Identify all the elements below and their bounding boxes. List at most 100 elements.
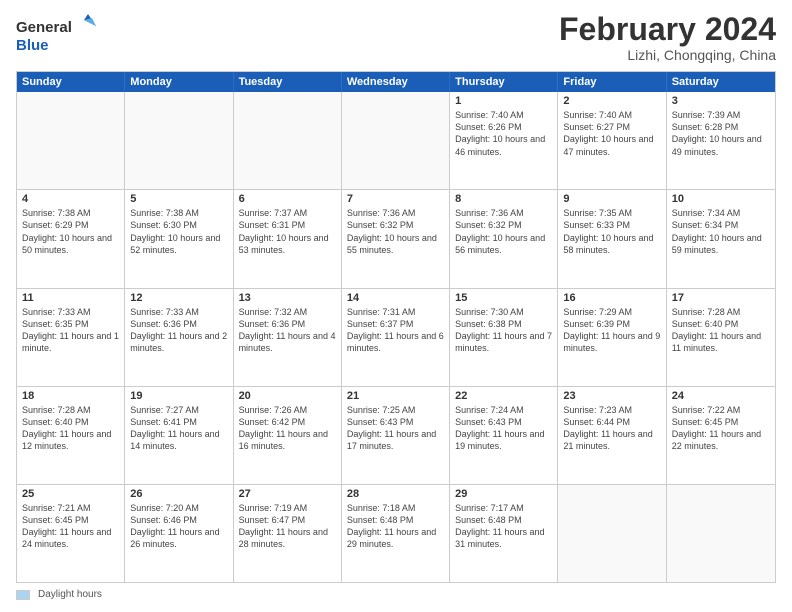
calendar-cell: 14 Sunrise: 7:31 AM Sunset: 6:37 PM Dayli… xyxy=(342,289,450,386)
day-info: Sunrise: 7:28 AM Sunset: 6:40 PM Dayligh… xyxy=(22,404,119,453)
calendar-cell xyxy=(125,92,233,189)
day-number: 18 xyxy=(22,390,119,402)
day-number: 29 xyxy=(455,488,552,500)
day-info: Sunrise: 7:36 AM Sunset: 6:32 PM Dayligh… xyxy=(455,207,552,256)
day-number: 12 xyxy=(130,292,227,304)
day-of-week-header: Sunday xyxy=(17,72,125,92)
day-info: Sunrise: 7:40 AM Sunset: 6:26 PM Dayligh… xyxy=(455,109,552,158)
day-info: Sunrise: 7:26 AM Sunset: 6:42 PM Dayligh… xyxy=(239,404,336,453)
day-number: 9 xyxy=(563,193,660,205)
day-info: Sunrise: 7:39 AM Sunset: 6:28 PM Dayligh… xyxy=(672,109,770,158)
calendar-cell: 19 Sunrise: 7:27 AM Sunset: 6:41 PM Dayli… xyxy=(125,387,233,484)
day-number: 15 xyxy=(455,292,552,304)
day-info: Sunrise: 7:18 AM Sunset: 6:48 PM Dayligh… xyxy=(347,502,444,551)
logo-svg: General Blue xyxy=(16,12,96,56)
day-number: 8 xyxy=(455,193,552,205)
svg-text:Blue: Blue xyxy=(16,37,49,54)
title-block: February 2024 Lizhi, Chongqing, China xyxy=(559,12,776,63)
day-of-week-header: Tuesday xyxy=(234,72,342,92)
calendar: SundayMondayTuesdayWednesdayThursdayFrid… xyxy=(16,71,776,583)
calendar-cell: 26Sunrise: 7:20 AM Sunset: 6:46 PM Dayli… xyxy=(125,485,233,582)
day-of-week-header: Wednesday xyxy=(342,72,450,92)
day-info: Sunrise: 7:31 AM Sunset: 6:37 PM Dayligh… xyxy=(347,306,444,355)
day-number: 4 xyxy=(22,193,119,205)
day-number: 17 xyxy=(672,292,770,304)
day-info: Sunrise: 7:38 AM Sunset: 6:29 PM Dayligh… xyxy=(22,207,119,256)
calendar-cell: 4 Sunrise: 7:38 AM Sunset: 6:29 PM Daylig… xyxy=(17,190,125,287)
day-info: Sunrise: 7:29 AM Sunset: 6:39 PM Dayligh… xyxy=(563,306,660,355)
calendar-body: 1 Sunrise: 7:40 AM Sunset: 6:26 PM Daylig… xyxy=(17,92,775,582)
day-info: Sunrise: 7:24 AM Sunset: 6:43 PM Dayligh… xyxy=(455,404,552,453)
day-of-week-header: Monday xyxy=(125,72,233,92)
day-info: Sunrise: 7:19 AM Sunset: 6:47 PM Dayligh… xyxy=(239,502,336,551)
calendar-cell: 23 Sunrise: 7:23 AM Sunset: 6:44 PM Dayli… xyxy=(558,387,666,484)
calendar-cell: 15 Sunrise: 7:30 AM Sunset: 6:38 PM Dayli… xyxy=(450,289,558,386)
calendar-cell: 25 Sunrise: 7:21 AM Sunset: 6:45 PM Dayli… xyxy=(17,485,125,582)
logo: General Blue xyxy=(16,12,96,56)
day-info: Sunrise: 7:37 AM Sunset: 6:31 PM Dayligh… xyxy=(239,207,336,256)
calendar-week-row: 25 Sunrise: 7:21 AM Sunset: 6:45 PM Dayli… xyxy=(17,484,775,582)
day-number: 3 xyxy=(672,95,770,107)
day-number: 19 xyxy=(130,390,227,402)
day-info: Sunrise: 7:20 AM Sunset: 6:46 PM Dayligh… xyxy=(130,502,227,551)
day-number: 24 xyxy=(672,390,770,402)
day-info: Sunrise: 7:38 AM Sunset: 6:30 PM Dayligh… xyxy=(130,207,227,256)
calendar-week-row: 4 Sunrise: 7:38 AM Sunset: 6:29 PM Daylig… xyxy=(17,189,775,287)
day-number: 25 xyxy=(22,488,119,500)
legend-label: Daylight hours xyxy=(38,589,102,600)
calendar-cell: 16Sunrise: 7:29 AM Sunset: 6:39 PM Dayli… xyxy=(558,289,666,386)
day-number: 13 xyxy=(239,292,336,304)
calendar-cell: 8 Sunrise: 7:36 AM Sunset: 6:32 PM Daylig… xyxy=(450,190,558,287)
day-number: 11 xyxy=(22,292,119,304)
day-number: 27 xyxy=(239,488,336,500)
day-info: Sunrise: 7:28 AM Sunset: 6:40 PM Dayligh… xyxy=(672,306,770,355)
calendar-cell xyxy=(234,92,342,189)
calendar-header: SundayMondayTuesdayWednesdayThursdayFrid… xyxy=(17,72,775,92)
day-info: Sunrise: 7:33 AM Sunset: 6:35 PM Dayligh… xyxy=(22,306,119,355)
calendar-cell: 24 Sunrise: 7:22 AM Sunset: 6:45 PM Dayli… xyxy=(667,387,775,484)
calendar-week-row: 11 Sunrise: 7:33 AM Sunset: 6:35 PM Dayli… xyxy=(17,288,775,386)
calendar-cell: 21Sunrise: 7:25 AM Sunset: 6:43 PM Dayli… xyxy=(342,387,450,484)
footer: Daylight hours xyxy=(16,589,776,600)
day-info: Sunrise: 7:35 AM Sunset: 6:33 PM Dayligh… xyxy=(563,207,660,256)
day-number: 10 xyxy=(672,193,770,205)
day-number: 21 xyxy=(347,390,444,402)
day-number: 23 xyxy=(563,390,660,402)
calendar-cell: 20 Sunrise: 7:26 AM Sunset: 6:42 PM Dayli… xyxy=(234,387,342,484)
day-info: Sunrise: 7:33 AM Sunset: 6:36 PM Dayligh… xyxy=(130,306,227,355)
calendar-cell: 6 Sunrise: 7:37 AM Sunset: 6:31 PM Daylig… xyxy=(234,190,342,287)
calendar-cell: 22 Sunrise: 7:24 AM Sunset: 6:43 PM Dayli… xyxy=(450,387,558,484)
day-number: 28 xyxy=(347,488,444,500)
day-info: Sunrise: 7:27 AM Sunset: 6:41 PM Dayligh… xyxy=(130,404,227,453)
calendar-cell: 3 Sunrise: 7:39 AM Sunset: 6:28 PM Daylig… xyxy=(667,92,775,189)
day-number: 2 xyxy=(563,95,660,107)
calendar-cell: 17 Sunrise: 7:28 AM Sunset: 6:40 PM Dayli… xyxy=(667,289,775,386)
day-number: 7 xyxy=(347,193,444,205)
calendar-cell: 27 Sunrise: 7:19 AM Sunset: 6:47 PM Dayli… xyxy=(234,485,342,582)
day-number: 20 xyxy=(239,390,336,402)
day-number: 22 xyxy=(455,390,552,402)
calendar-cell: 10Sunrise: 7:34 AM Sunset: 6:34 PM Dayli… xyxy=(667,190,775,287)
day-number: 5 xyxy=(130,193,227,205)
calendar-cell: 7Sunrise: 7:36 AM Sunset: 6:32 PM Daylig… xyxy=(342,190,450,287)
calendar-cell: 13 Sunrise: 7:32 AM Sunset: 6:36 PM Dayli… xyxy=(234,289,342,386)
day-of-week-header: Saturday xyxy=(667,72,775,92)
calendar-cell xyxy=(667,485,775,582)
day-of-week-header: Thursday xyxy=(450,72,558,92)
day-info: Sunrise: 7:22 AM Sunset: 6:45 PM Dayligh… xyxy=(672,404,770,453)
day-info: Sunrise: 7:30 AM Sunset: 6:38 PM Dayligh… xyxy=(455,306,552,355)
calendar-cell: 5 Sunrise: 7:38 AM Sunset: 6:30 PM Daylig… xyxy=(125,190,233,287)
day-of-week-header: Friday xyxy=(558,72,666,92)
calendar-cell: 11 Sunrise: 7:33 AM Sunset: 6:35 PM Dayli… xyxy=(17,289,125,386)
day-info: Sunrise: 7:32 AM Sunset: 6:36 PM Dayligh… xyxy=(239,306,336,355)
day-number: 14 xyxy=(347,292,444,304)
calendar-cell xyxy=(558,485,666,582)
day-info: Sunrise: 7:23 AM Sunset: 6:44 PM Dayligh… xyxy=(563,404,660,453)
day-number: 1 xyxy=(455,95,552,107)
day-info: Sunrise: 7:21 AM Sunset: 6:45 PM Dayligh… xyxy=(22,502,119,551)
location: Lizhi, Chongqing, China xyxy=(559,47,776,63)
calendar-week-row: 18 Sunrise: 7:28 AM Sunset: 6:40 PM Dayli… xyxy=(17,386,775,484)
calendar-cell: 2Sunrise: 7:40 AM Sunset: 6:27 PM Daylig… xyxy=(558,92,666,189)
page: General Blue February 2024 Lizhi, Chongq… xyxy=(0,0,792,612)
day-number: 6 xyxy=(239,193,336,205)
